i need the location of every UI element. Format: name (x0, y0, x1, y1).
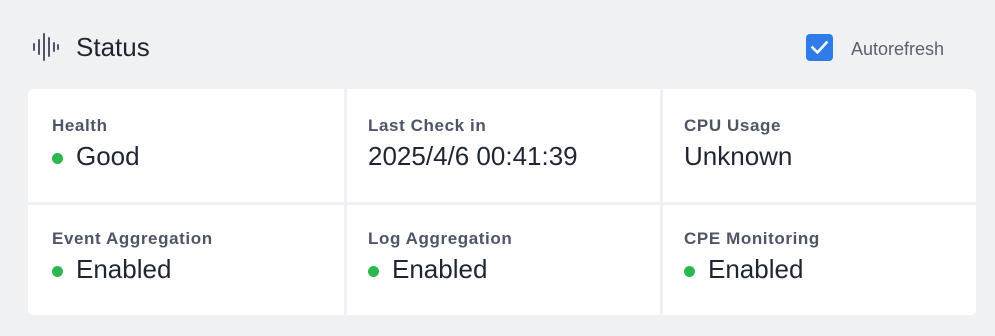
status-dot-green (684, 266, 695, 277)
cell-value: 2025/4/6 00:41:39 (368, 141, 578, 172)
status-cell-health: Health Good (28, 89, 344, 202)
status-cell-log-aggregation: Log Aggregation Enabled (344, 202, 660, 315)
status-dot-green (52, 266, 63, 277)
cell-label: CPU Usage (684, 116, 782, 135)
autorefresh-toggle[interactable]: Autorefresh (806, 33, 944, 61)
cell-value-text: Enabled (708, 254, 804, 284)
cell-label: CPE Monitoring (684, 229, 820, 248)
cell-label: Event Aggregation (52, 229, 213, 248)
cell-value: Unknown (684, 141, 792, 172)
cell-label: Log Aggregation (368, 229, 513, 248)
cell-label: Health (52, 116, 108, 135)
cell-value-text: Enabled (392, 254, 488, 284)
autorefresh-label: Autorefresh (851, 38, 945, 59)
cell-value-text: 2025/4/6 00:41:39 (368, 141, 578, 171)
cell-value: Enabled (52, 254, 171, 285)
cell-value: Enabled (684, 254, 803, 285)
checkmark-icon (810, 40, 829, 54)
status-cell-cpe-monitoring: CPE Monitoring Enabled (660, 202, 976, 315)
autorefresh-checkbox[interactable] (806, 33, 833, 61)
status-dot-green (52, 153, 63, 164)
cell-value-text: Unknown (684, 141, 793, 171)
status-dot-green (368, 266, 379, 277)
page-title: Status (76, 32, 150, 62)
status-grid: Health Good Last Check in 2025/4/6 00:41… (28, 89, 976, 315)
audio-waveform-icon (32, 33, 60, 61)
status-header: Status Autorefresh (0, 0, 995, 90)
status-cell-last-check: Last Check in 2025/4/6 00:41:39 (344, 89, 660, 202)
status-cell-cpu-usage: CPU Usage Unknown (660, 89, 976, 202)
cell-label: Last Check in (368, 116, 487, 135)
cell-value-text: Enabled (76, 254, 172, 284)
cell-value-text: Good (76, 141, 140, 171)
status-cell-event-aggregation: Event Aggregation Enabled (28, 202, 344, 315)
cell-value: Enabled (368, 254, 487, 285)
cell-value: Good (52, 141, 140, 172)
